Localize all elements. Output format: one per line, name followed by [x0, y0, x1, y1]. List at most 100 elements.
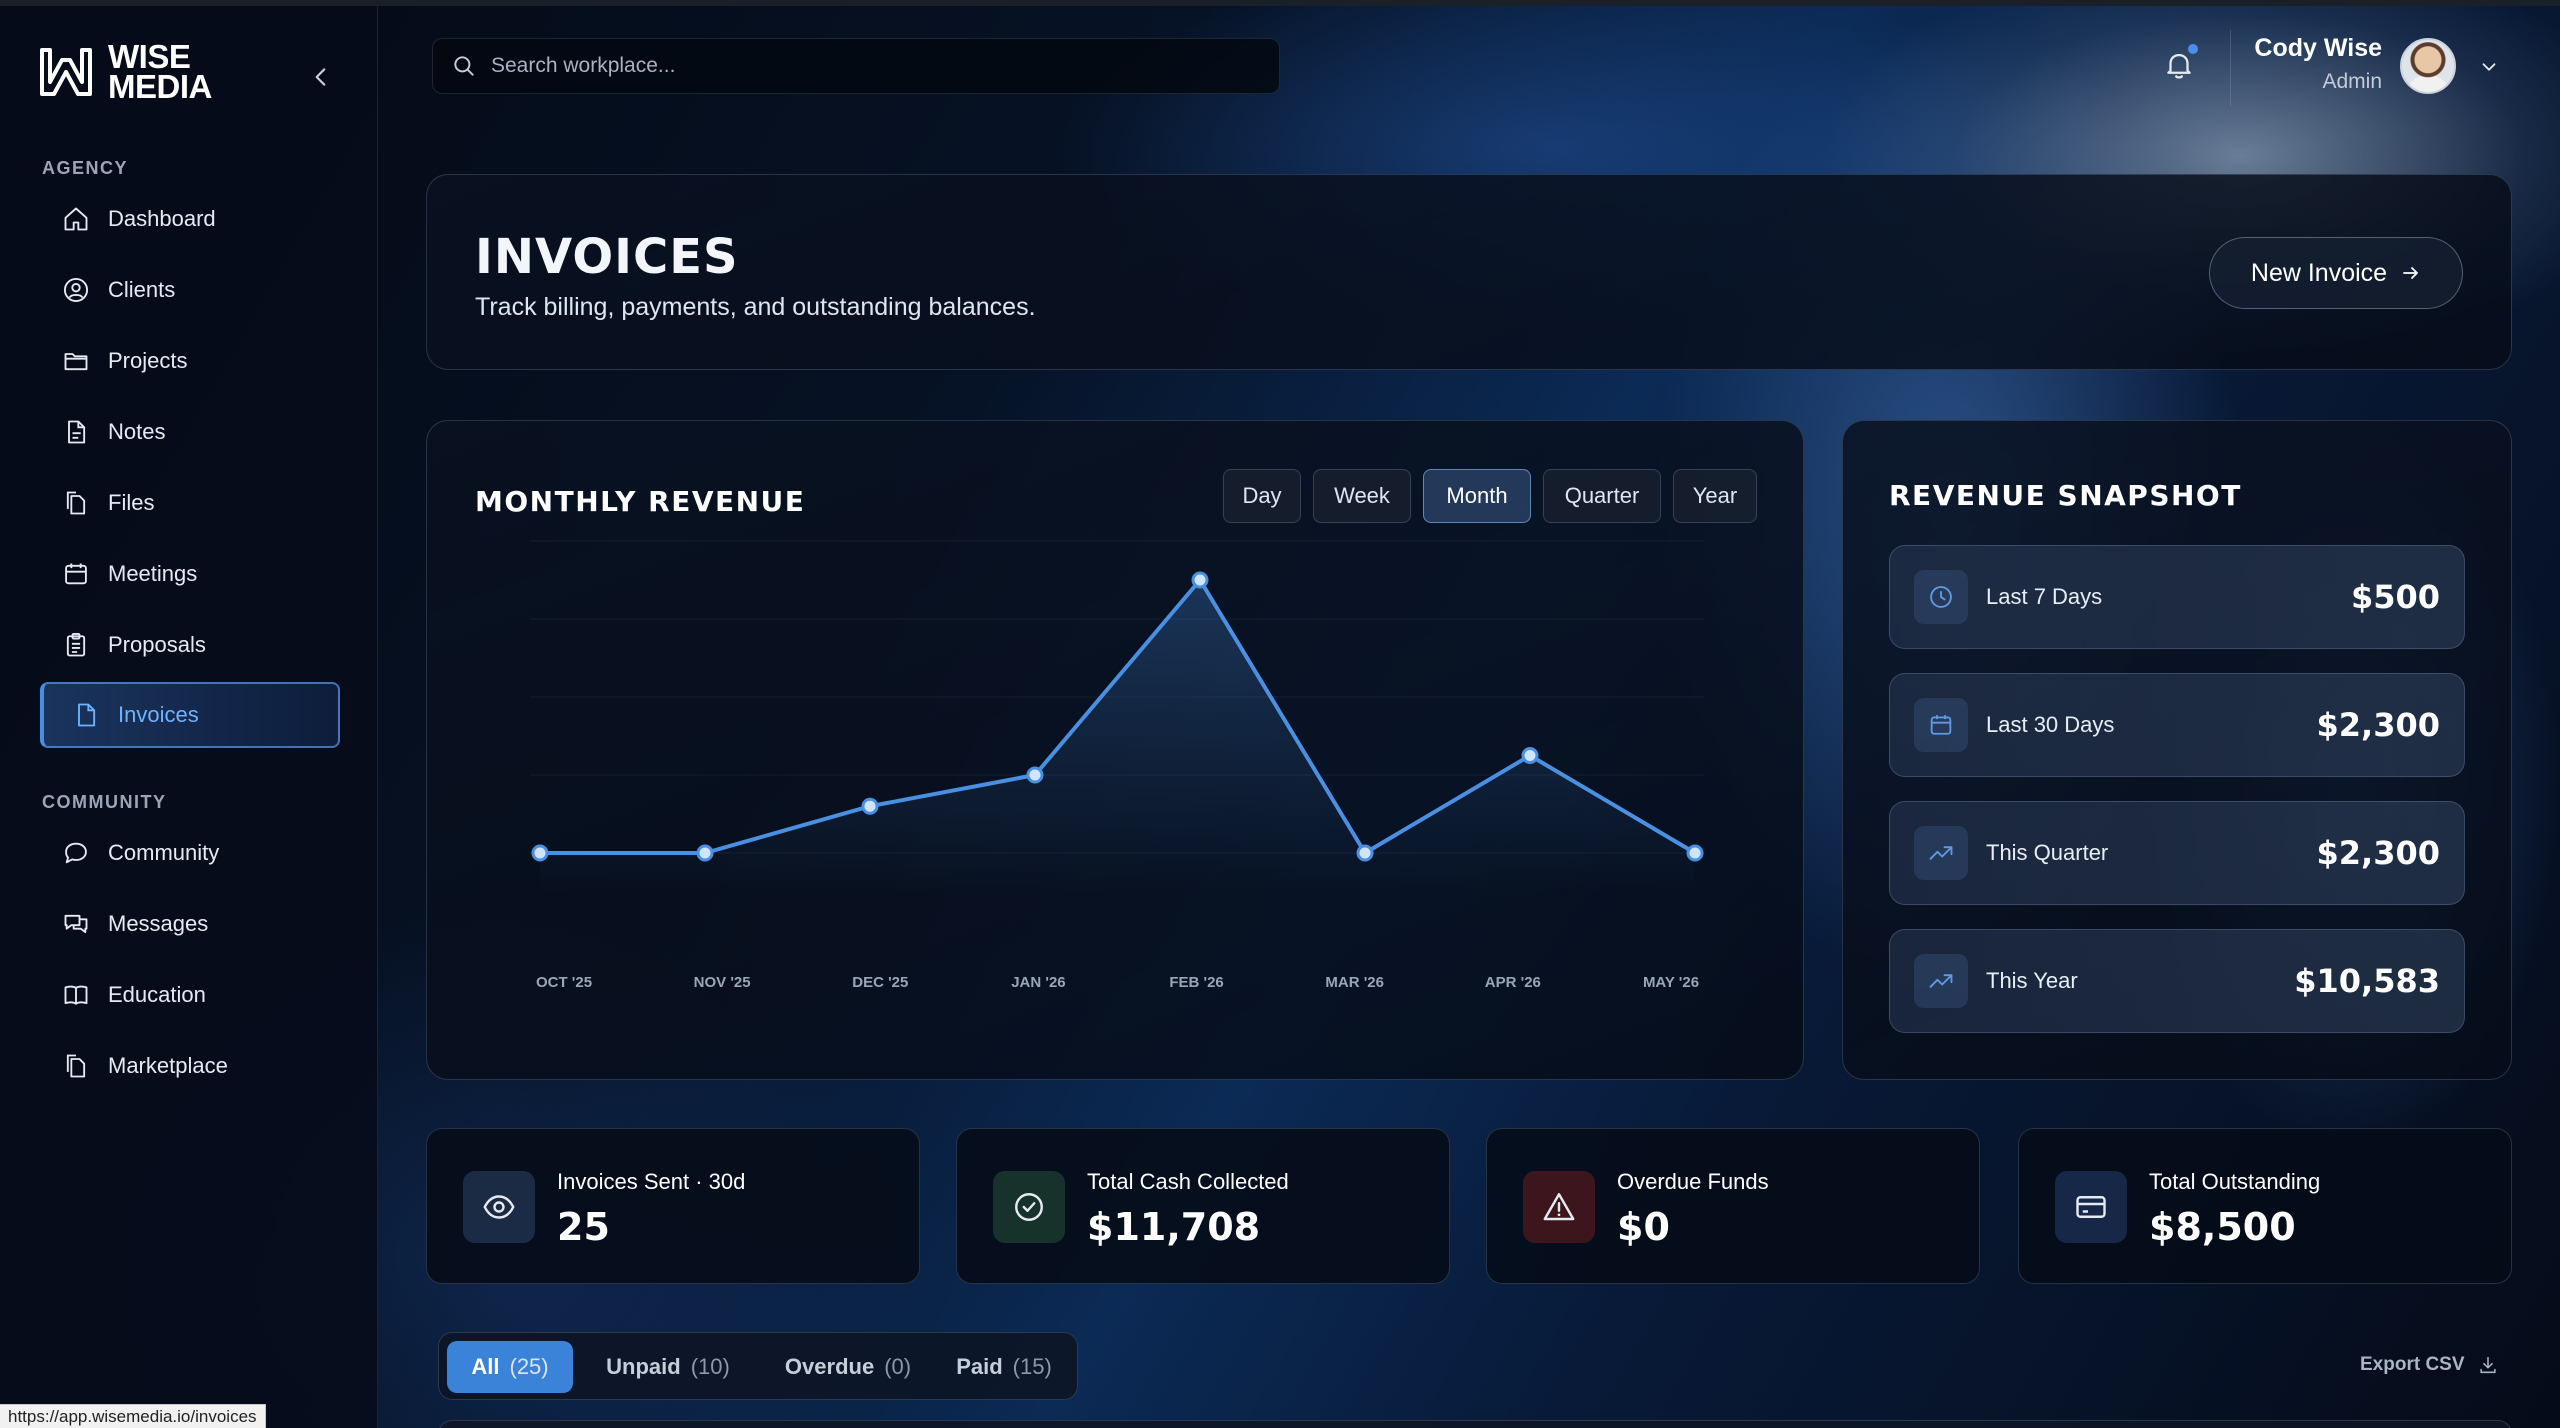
filter-tab-label: All [471, 1354, 500, 1379]
filter-tab-count: (25) [509, 1354, 549, 1379]
sidebar-item-marketplace[interactable]: Marketplace [40, 1033, 340, 1099]
sidebar-item-label: Messages [108, 911, 209, 936]
stat-icon-box [2055, 1171, 2127, 1243]
chart-data-point [1356, 844, 1374, 862]
sidebar-item-label: Dashboard [108, 206, 216, 231]
chart-title: MONTHLY REVENUE [475, 485, 806, 518]
sidebar-item-proposals[interactable]: Proposals [40, 612, 340, 678]
user-role: Admin [2322, 70, 2382, 93]
notification-dot [2188, 44, 2198, 54]
status-bar-url: https://app.wisemedia.io/invoices [0, 1404, 266, 1428]
new-invoice-button[interactable]: New Invoice [2209, 237, 2463, 309]
stat-card-overdue-funds[interactable]: Overdue Funds $0 [1486, 1128, 1980, 1284]
snapshot-icon-box [1914, 954, 1968, 1008]
x-tick-label: APR '26 [1485, 974, 1541, 991]
snapshot-value: $2,300 [2316, 834, 2440, 872]
collapse-sidebar-icon[interactable] [308, 64, 334, 90]
sidebar-item-label: Projects [108, 348, 188, 373]
stat-value: $11,708 [1087, 1205, 1261, 1249]
export-csv-button[interactable]: Export CSV [2360, 1354, 2499, 1376]
range-day-button[interactable]: Day [1223, 469, 1301, 523]
snapshot-label: Last 30 Days [1986, 712, 2115, 737]
stat-card-invoices-sent[interactable]: Invoices Sent · 30d 25 [426, 1128, 920, 1284]
snapshot-row-this-year[interactable]: This Year $10,583 [1889, 929, 2465, 1033]
brand-logo[interactable]: WISE MEDIA [36, 40, 212, 103]
search-input[interactable] [491, 54, 1251, 78]
search-icon [454, 56, 474, 76]
range-week-button[interactable]: Week [1313, 469, 1411, 523]
sidebar-item-label: Marketplace [108, 1053, 228, 1078]
filter-tab-label: Overdue [784, 1354, 875, 1379]
filter-tab-label: Paid [956, 1354, 1003, 1379]
stat-card-total-outstanding[interactable]: Total Outstanding $8,500 [2018, 1128, 2512, 1284]
sidebar-item-label: Education [108, 982, 206, 1007]
chevron-down-icon[interactable] [2478, 56, 2500, 78]
filter-tab-count: (10) [690, 1354, 730, 1379]
chart-data-point [1521, 747, 1539, 764]
page-title: INVOICES [475, 229, 739, 285]
stat-value: $8,500 [2149, 1205, 2296, 1249]
search-bar[interactable] [432, 38, 1280, 94]
snapshot-icon-box [1914, 826, 1968, 880]
sidebar-item-files[interactable]: Files [40, 470, 340, 536]
sidebar-item-education[interactable]: Education [40, 962, 340, 1028]
sidebar-item-clients[interactable]: Clients [40, 257, 340, 323]
snapshot-icon-box [1914, 570, 1968, 624]
calendar-icon [65, 563, 87, 585]
sidebar-item-label: Community [108, 840, 220, 865]
sidebar-item-community[interactable]: Community [40, 820, 340, 886]
stat-value: $0 [1617, 1205, 1670, 1249]
export-csv-label: Export CSV [2360, 1354, 2465, 1375]
range-year-button[interactable]: Year [1673, 469, 1757, 523]
snapshot-title: REVENUE SNAPSHOT [1889, 479, 2242, 512]
range-quarter-button[interactable]: Quarter [1543, 469, 1661, 523]
arrow-right-icon [2403, 267, 2418, 279]
filter-tab-count: (0) [884, 1354, 912, 1379]
sidebar-item-label: Proposals [108, 632, 206, 657]
sidebar-item-label: Invoices [118, 702, 199, 727]
range-month-button[interactable]: Month [1423, 469, 1531, 523]
sidebar-item-invoices[interactable]: Invoices [40, 682, 340, 748]
clock-icon [1930, 586, 1952, 608]
stat-card-total-cash-collected[interactable]: Total Cash Collected $11,708 [956, 1128, 1450, 1284]
chart-data-point [1686, 844, 1704, 862]
page-subtitle: Track billing, payments, and outstanding… [475, 293, 1036, 321]
snapshot-row-this-quarter[interactable]: This Quarter $2,300 [1889, 801, 2465, 905]
eye-icon [483, 1195, 515, 1219]
warning-icon [1543, 1193, 1575, 1221]
sidebar-item-label: Clients [108, 277, 176, 302]
chart-data-point [861, 797, 879, 815]
user-name[interactable]: Cody Wise [2254, 34, 2382, 63]
sidebar-item-dashboard[interactable]: Dashboard [40, 186, 340, 252]
credit-card-icon [2076, 1196, 2106, 1218]
stat-label: Total Cash Collected [1087, 1169, 1289, 1194]
filter-tab-paid[interactable]: Paid (15) [941, 1341, 1067, 1393]
sidebar-item-meetings[interactable]: Meetings [40, 541, 340, 607]
filter-tab-all[interactable]: All (25) [447, 1341, 573, 1393]
snapshot-label: This Year [1986, 968, 2078, 993]
chart-data-point [1026, 766, 1044, 784]
book-icon [64, 985, 88, 1005]
filter-tab-unpaid[interactable]: Unpaid (10) [583, 1341, 753, 1393]
x-tick-label: JAN '26 [1011, 974, 1065, 991]
avatar[interactable] [2400, 38, 2456, 94]
sidebar-item-notes[interactable]: Notes [40, 399, 340, 465]
sidebar-item-label: Meetings [108, 561, 198, 586]
sidebar-item-projects[interactable]: Projects [40, 328, 340, 394]
snapshot-icon-box [1914, 698, 1968, 752]
snapshot-label: This Quarter [1986, 840, 2109, 865]
snapshot-value: $500 [2350, 578, 2440, 616]
page-header-panel: INVOICES Track billing, payments, and ou… [426, 174, 2512, 370]
chat-bubble-icon [65, 842, 87, 864]
x-tick-label: NOV '25 [694, 974, 751, 991]
sidebar-item-label: Notes [108, 419, 166, 444]
snapshot-label: Last 7 Days [1986, 584, 2103, 609]
note-icon [68, 420, 86, 444]
files-icon [66, 491, 86, 515]
filter-tab-overdue[interactable]: Overdue (0) [763, 1341, 933, 1393]
snapshot-row-last-30-days[interactable]: Last 30 Days $2,300 [1889, 673, 2465, 777]
invoice-table-top-edge [438, 1420, 2512, 1428]
sidebar-item-messages[interactable]: Messages [40, 891, 340, 957]
x-tick-label: OCT '25 [536, 974, 592, 991]
snapshot-row-last-7-days[interactable]: Last 7 Days $500 [1889, 545, 2465, 649]
